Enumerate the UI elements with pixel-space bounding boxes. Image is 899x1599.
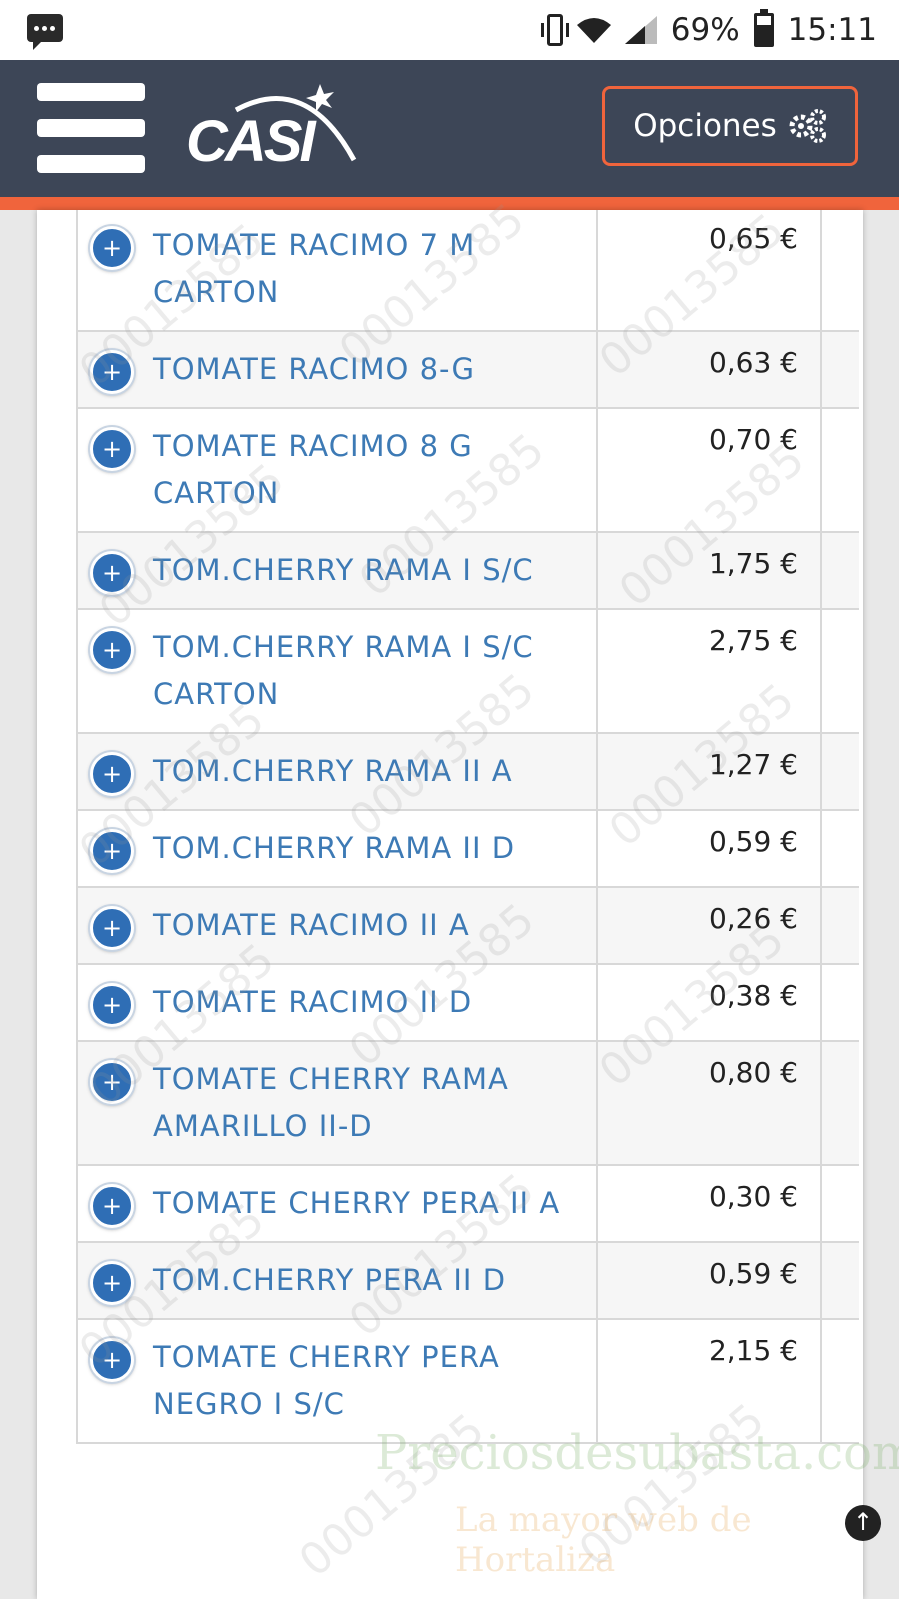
- product-price: 1,75 €: [598, 533, 822, 608]
- product-price: 0,70 €: [598, 409, 822, 531]
- expand-plus-icon[interactable]: +: [90, 829, 134, 873]
- product-name-cell: + TOMATE CHERRY PERA NEGRO I S/C: [76, 1320, 598, 1442]
- menu-icon[interactable]: [37, 83, 145, 173]
- expand-plus-icon[interactable]: +: [90, 1338, 134, 1382]
- product-name-cell: + TOMATE RACIMO II A: [76, 888, 598, 963]
- product-name[interactable]: TOMATE RACIMO 7 M CARTON: [153, 222, 588, 316]
- casi-logo[interactable]: CASI: [186, 82, 366, 174]
- product-name[interactable]: TOMATE CHERRY PERA II A: [153, 1180, 588, 1227]
- product-name-cell: + TOMATE CHERRY PERA II A: [76, 1166, 598, 1241]
- product-price: 0,65 €: [598, 210, 822, 330]
- product-name-cell: + TOMATE RACIMO 8 G CARTON: [76, 409, 598, 531]
- product-name[interactable]: TOMATE RACIMO 8 G CARTON: [153, 423, 588, 517]
- product-name-cell: + TOM.CHERRY RAMA I S/C CARTON: [76, 610, 598, 732]
- table-row[interactable]: + TOMATE RACIMO II A 0,26 €: [76, 888, 859, 965]
- product-price: 0,30 €: [598, 1166, 822, 1241]
- table-row[interactable]: + TOMATE RACIMO 8 G CARTON 0,70 €: [76, 409, 859, 533]
- product-price: 0,59 €: [598, 1243, 822, 1318]
- scroll-top-button[interactable]: ↑: [845, 1505, 881, 1541]
- table-row[interactable]: + TOMATE RACIMO 7 M CARTON 0,65 €: [76, 210, 859, 332]
- product-name[interactable]: TOM.CHERRY RAMA I S/C: [153, 547, 588, 594]
- status-bar: 69% 15:11: [0, 0, 899, 60]
- table-row[interactable]: + TOM.CHERRY RAMA II D 0,59 €: [76, 811, 859, 888]
- expand-plus-icon[interactable]: +: [90, 1184, 134, 1228]
- table-row[interactable]: + TOMATE RACIMO II D 0,38 €: [76, 965, 859, 1042]
- product-name-cell: + TOMATE RACIMO II D: [76, 965, 598, 1040]
- expand-plus-icon[interactable]: +: [90, 1060, 134, 1104]
- gears-icon: [789, 109, 826, 143]
- product-name[interactable]: TOMATE RACIMO II D: [153, 979, 588, 1026]
- battery-percent: 69%: [670, 12, 740, 48]
- product-price: 0,26 €: [598, 888, 822, 963]
- product-name[interactable]: TOMATE RACIMO 8-G: [153, 346, 588, 393]
- table-row[interactable]: + TOM.CHERRY RAMA I S/C CARTON 2,75 €: [76, 610, 859, 734]
- product-name[interactable]: TOMATE RACIMO II A: [153, 902, 588, 949]
- product-name-cell: + TOMATE RACIMO 8-G: [76, 332, 598, 407]
- product-price: 0,80 €: [598, 1042, 822, 1164]
- table-row[interactable]: + TOMATE CHERRY PERA NEGRO I S/C 2,15 €: [76, 1320, 859, 1444]
- clock: 15:11: [787, 12, 877, 48]
- product-name-cell: + TOM.CHERRY RAMA I S/C: [76, 533, 598, 608]
- table-row[interactable]: + TOMATE CHERRY RAMA AMARILLO II-D 0,80 €: [76, 1042, 859, 1166]
- expand-plus-icon[interactable]: +: [90, 427, 134, 471]
- expand-plus-icon[interactable]: +: [90, 226, 134, 270]
- product-price: 2,75 €: [598, 610, 822, 732]
- product-name-cell: + TOM.CHERRY RAMA II A: [76, 734, 598, 809]
- product-name[interactable]: TOM.CHERRY RAMA II A: [153, 748, 588, 795]
- expand-plus-icon[interactable]: +: [90, 628, 134, 672]
- table-row[interactable]: + TOM.CHERRY PERA II D 0,59 €: [76, 1243, 859, 1320]
- expand-plus-icon[interactable]: +: [90, 551, 134, 595]
- product-name-cell: + TOM.CHERRY PERA II D: [76, 1243, 598, 1318]
- product-name-cell: + TOMATE CHERRY RAMA AMARILLO II-D: [76, 1042, 598, 1164]
- product-price: 2,15 €: [598, 1320, 822, 1442]
- header-accent-stripe: [0, 197, 899, 210]
- logo-text: CASI: [186, 109, 316, 174]
- status-icons: 69% 15:11: [540, 9, 877, 50]
- product-price: 1,27 €: [598, 734, 822, 809]
- product-price: 0,38 €: [598, 965, 822, 1040]
- options-button[interactable]: Opciones: [602, 86, 858, 166]
- product-name[interactable]: TOMATE CHERRY RAMA AMARILLO II-D: [153, 1056, 588, 1150]
- product-name-cell: + TOM.CHERRY RAMA II D: [76, 811, 598, 886]
- battery-icon: [753, 9, 774, 47]
- signal-icon: [624, 16, 657, 44]
- product-name[interactable]: TOM.CHERRY RAMA I S/C CARTON: [153, 624, 588, 718]
- table-row[interactable]: + TOM.CHERRY RAMA II A 1,27 €: [76, 734, 859, 811]
- table-row[interactable]: + TOMATE CHERRY PERA II A 0,30 €: [76, 1166, 859, 1243]
- table-row[interactable]: + TOM.CHERRY RAMA I S/C 1,75 €: [76, 533, 859, 610]
- product-price: 0,59 €: [598, 811, 822, 886]
- product-name-cell: + TOMATE RACIMO 7 M CARTON: [76, 210, 598, 330]
- expand-plus-icon[interactable]: +: [90, 983, 134, 1027]
- table-row[interactable]: + TOMATE RACIMO 8-G 0,63 €: [76, 332, 859, 409]
- wifi-icon: [576, 17, 611, 43]
- options-label: Opciones: [633, 108, 777, 144]
- product-table: + TOMATE RACIMO 7 M CARTON 0,65 € + TOMATE R…: [76, 210, 859, 1444]
- product-name[interactable]: TOMATE CHERRY PERA NEGRO I S/C: [153, 1334, 588, 1428]
- price-panel: + TOMATE RACIMO 7 M CARTON 0,65 € + TOMATE R…: [37, 210, 863, 1599]
- vibrate-icon: [540, 14, 569, 46]
- expand-plus-icon[interactable]: +: [90, 906, 134, 950]
- expand-plus-icon[interactable]: +: [90, 350, 134, 394]
- expand-plus-icon[interactable]: +: [90, 1261, 134, 1305]
- product-name[interactable]: TOM.CHERRY PERA II D: [153, 1257, 588, 1304]
- product-name[interactable]: TOM.CHERRY RAMA II D: [153, 825, 588, 872]
- product-price: 0,63 €: [598, 332, 822, 407]
- message-notification-icon: [27, 14, 63, 50]
- expand-plus-icon[interactable]: +: [90, 752, 134, 796]
